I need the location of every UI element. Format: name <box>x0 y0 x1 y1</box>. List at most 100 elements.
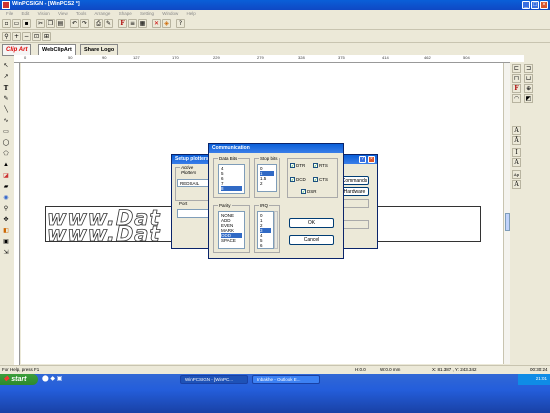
zoom-tool-icon[interactable]: ⚲ <box>1 205 11 214</box>
cut-plot-icon[interactable]: ✎ <box>104 19 113 28</box>
hardware-button[interactable]: Hardware <box>340 187 369 196</box>
rts-checkbox[interactable]: ✓ RTS <box>313 163 328 169</box>
mirror-icon[interactable]: ◧ <box>1 227 11 236</box>
zoom-fit-icon[interactable]: ⊡ <box>32 32 41 41</box>
fill-icon[interactable]: ◪ <box>1 172 11 181</box>
text-ab-icon[interactable]: Ā <box>512 136 521 145</box>
new-icon[interactable]: ▫ <box>2 19 11 28</box>
taskbar: ❖ start ⬤ ◆ ▣ WinPCSIGN - [WinPC... Inba… <box>0 374 550 413</box>
task-winpcsign[interactable]: WinPCSIGN - [WinPC... <box>180 375 248 384</box>
setup-close-button[interactable]: × <box>368 156 375 163</box>
parity-list[interactable]: NONE ADD EVEN MARK ODD SPACE <box>218 211 245 249</box>
dtr-checkbox[interactable]: ✓ DTR <box>290 163 305 169</box>
ok-button[interactable]: OK <box>289 218 334 228</box>
commands-button[interactable]: Commands <box>340 176 369 185</box>
menu-tools[interactable]: Tools <box>76 11 87 16</box>
task-outlook[interactable]: Inbakhe - Outlook E... <box>252 375 320 384</box>
menu-shape[interactable]: Shape <box>119 11 132 16</box>
menu-arrange[interactable]: Arrange <box>94 11 110 16</box>
port-field[interactable] <box>177 209 209 218</box>
zoom-icon[interactable]: ⚲ <box>2 32 11 41</box>
menu-edit[interactable]: Edit <box>22 11 30 16</box>
text-tool-icon[interactable]: T <box>1 84 11 93</box>
close-button[interactable]: × <box>540 1 548 9</box>
eraser-icon[interactable]: ▰ <box>1 183 11 192</box>
menu-setting[interactable]: Setting <box>140 11 154 16</box>
align-icon[interactable]: ≡ <box>128 19 137 28</box>
pointer-icon[interactable]: ↖ <box>1 62 11 71</box>
pen-icon[interactable]: ✎ <box>1 95 11 104</box>
irq-scrollbar[interactable] <box>274 211 278 249</box>
polygon-icon[interactable]: ⬠ <box>1 150 11 159</box>
outline-icon[interactable]: ▣ <box>1 238 11 247</box>
maximize-button[interactable]: □ <box>531 1 539 9</box>
font-icon[interactable]: F <box>118 19 127 28</box>
ellipse-icon[interactable]: ◯ <box>1 139 11 148</box>
irq-list[interactable]: 0 1 2 3 4 5 6 <box>257 211 274 249</box>
stop-bits-label: Stop bits <box>259 156 279 161</box>
text-a-icon[interactable]: A <box>512 126 521 135</box>
shadow-icon[interactable]: ◩ <box>524 94 533 103</box>
menu-window[interactable]: Window <box>162 11 178 16</box>
contour-icon[interactable]: ◈ <box>162 19 171 28</box>
node-edit-icon[interactable]: ↗ <box>1 73 11 82</box>
group-icon[interactable]: ▦ <box>138 19 147 28</box>
redo-icon[interactable]: ↷ <box>80 19 89 28</box>
plotter-select[interactable]: REDSAIL RS720 <box>177 179 209 187</box>
rectangle-icon[interactable]: ▭ <box>1 128 11 137</box>
line-icon[interactable]: ╲ <box>1 106 11 115</box>
pan-icon[interactable]: ✥ <box>1 216 11 225</box>
open-icon[interactable]: ▭ <box>12 19 21 28</box>
cts-checkbox[interactable]: ✓ CTS <box>313 177 328 183</box>
weld-icon[interactable]: ✕ <box>152 19 161 28</box>
align-bottom-icon[interactable]: ⊔ <box>524 74 533 83</box>
cancel-button[interactable]: Cancel <box>289 235 334 245</box>
dimension-icon[interactable]: ⇲ <box>1 249 11 258</box>
menu-vision[interactable]: Vision <box>38 11 50 16</box>
align-left-icon[interactable]: ⊏ <box>512 64 521 73</box>
knife-icon[interactable]: ▲ <box>1 161 11 170</box>
menu-view[interactable]: View <box>58 11 68 16</box>
save-icon[interactable]: ▪ <box>22 19 31 28</box>
undo-icon[interactable]: ↶ <box>70 19 79 28</box>
dcd-checkbox[interactable]: ✓ DCD <box>290 177 306 183</box>
stop-bits-list[interactable]: 0 1 1.5 2 <box>257 164 277 192</box>
list-item[interactable]: 6 <box>260 243 271 248</box>
minimize-button[interactable]: _ <box>522 1 530 9</box>
menu-file[interactable]: File <box>6 11 13 16</box>
font-tool-icon[interactable]: F <box>512 84 521 93</box>
spacing-icon[interactable]: Ap <box>512 170 521 179</box>
blank-button-2[interactable] <box>340 220 369 229</box>
status-bar: For Help, press F1 H:0.0 W:0.0 mm X: 81.… <box>0 365 550 374</box>
italic-icon[interactable]: I <box>512 148 521 157</box>
bezier-icon[interactable]: ∿ <box>1 117 11 126</box>
scroll-thumb[interactable] <box>505 213 510 231</box>
copy-icon[interactable]: ❐ <box>46 19 55 28</box>
dsr-checkbox[interactable]: ✓ DSR <box>301 189 317 195</box>
arc-text-icon[interactable]: ◠ <box>512 94 521 103</box>
windows-logo-icon: ❖ <box>3 376 10 383</box>
align-right-icon[interactable]: ⊐ <box>524 64 533 73</box>
list-item[interactable]: 2 <box>260 181 274 186</box>
kerning-icon[interactable]: A <box>512 180 521 189</box>
list-item[interactable]: SPACE <box>221 238 242 243</box>
data-bits-list[interactable]: 4 5 6 7 8 <box>218 164 245 194</box>
vertical-text-icon[interactable]: A <box>512 158 521 167</box>
zoom-page-icon[interactable]: ⊞ <box>42 32 51 41</box>
zoom-out-icon[interactable]: − <box>22 32 31 41</box>
center-icon[interactable]: ⊕ <box>524 84 533 93</box>
communication-dialog: Communication Data Bits 4 5 6 7 8 Stop b… <box>208 143 344 259</box>
print-icon[interactable]: ⎙ <box>94 19 103 28</box>
start-button[interactable]: ❖ start <box>0 374 38 385</box>
paste-icon[interactable]: ▤ <box>56 19 65 28</box>
help-icon[interactable]: ? <box>176 19 185 28</box>
zoom-in-icon[interactable]: + <box>12 32 21 41</box>
align-top-icon[interactable]: ⊓ <box>512 74 521 83</box>
effect-icon[interactable]: ◉ <box>1 194 11 203</box>
help-button[interactable]: ? <box>359 156 366 163</box>
vertical-scrollbar[interactable] <box>503 63 510 364</box>
cut-icon[interactable]: ✂ <box>36 19 45 28</box>
menu-help[interactable]: Help <box>187 11 196 16</box>
list-item-selected[interactable]: 8 <box>221 186 242 191</box>
blank-button[interactable] <box>340 199 369 208</box>
